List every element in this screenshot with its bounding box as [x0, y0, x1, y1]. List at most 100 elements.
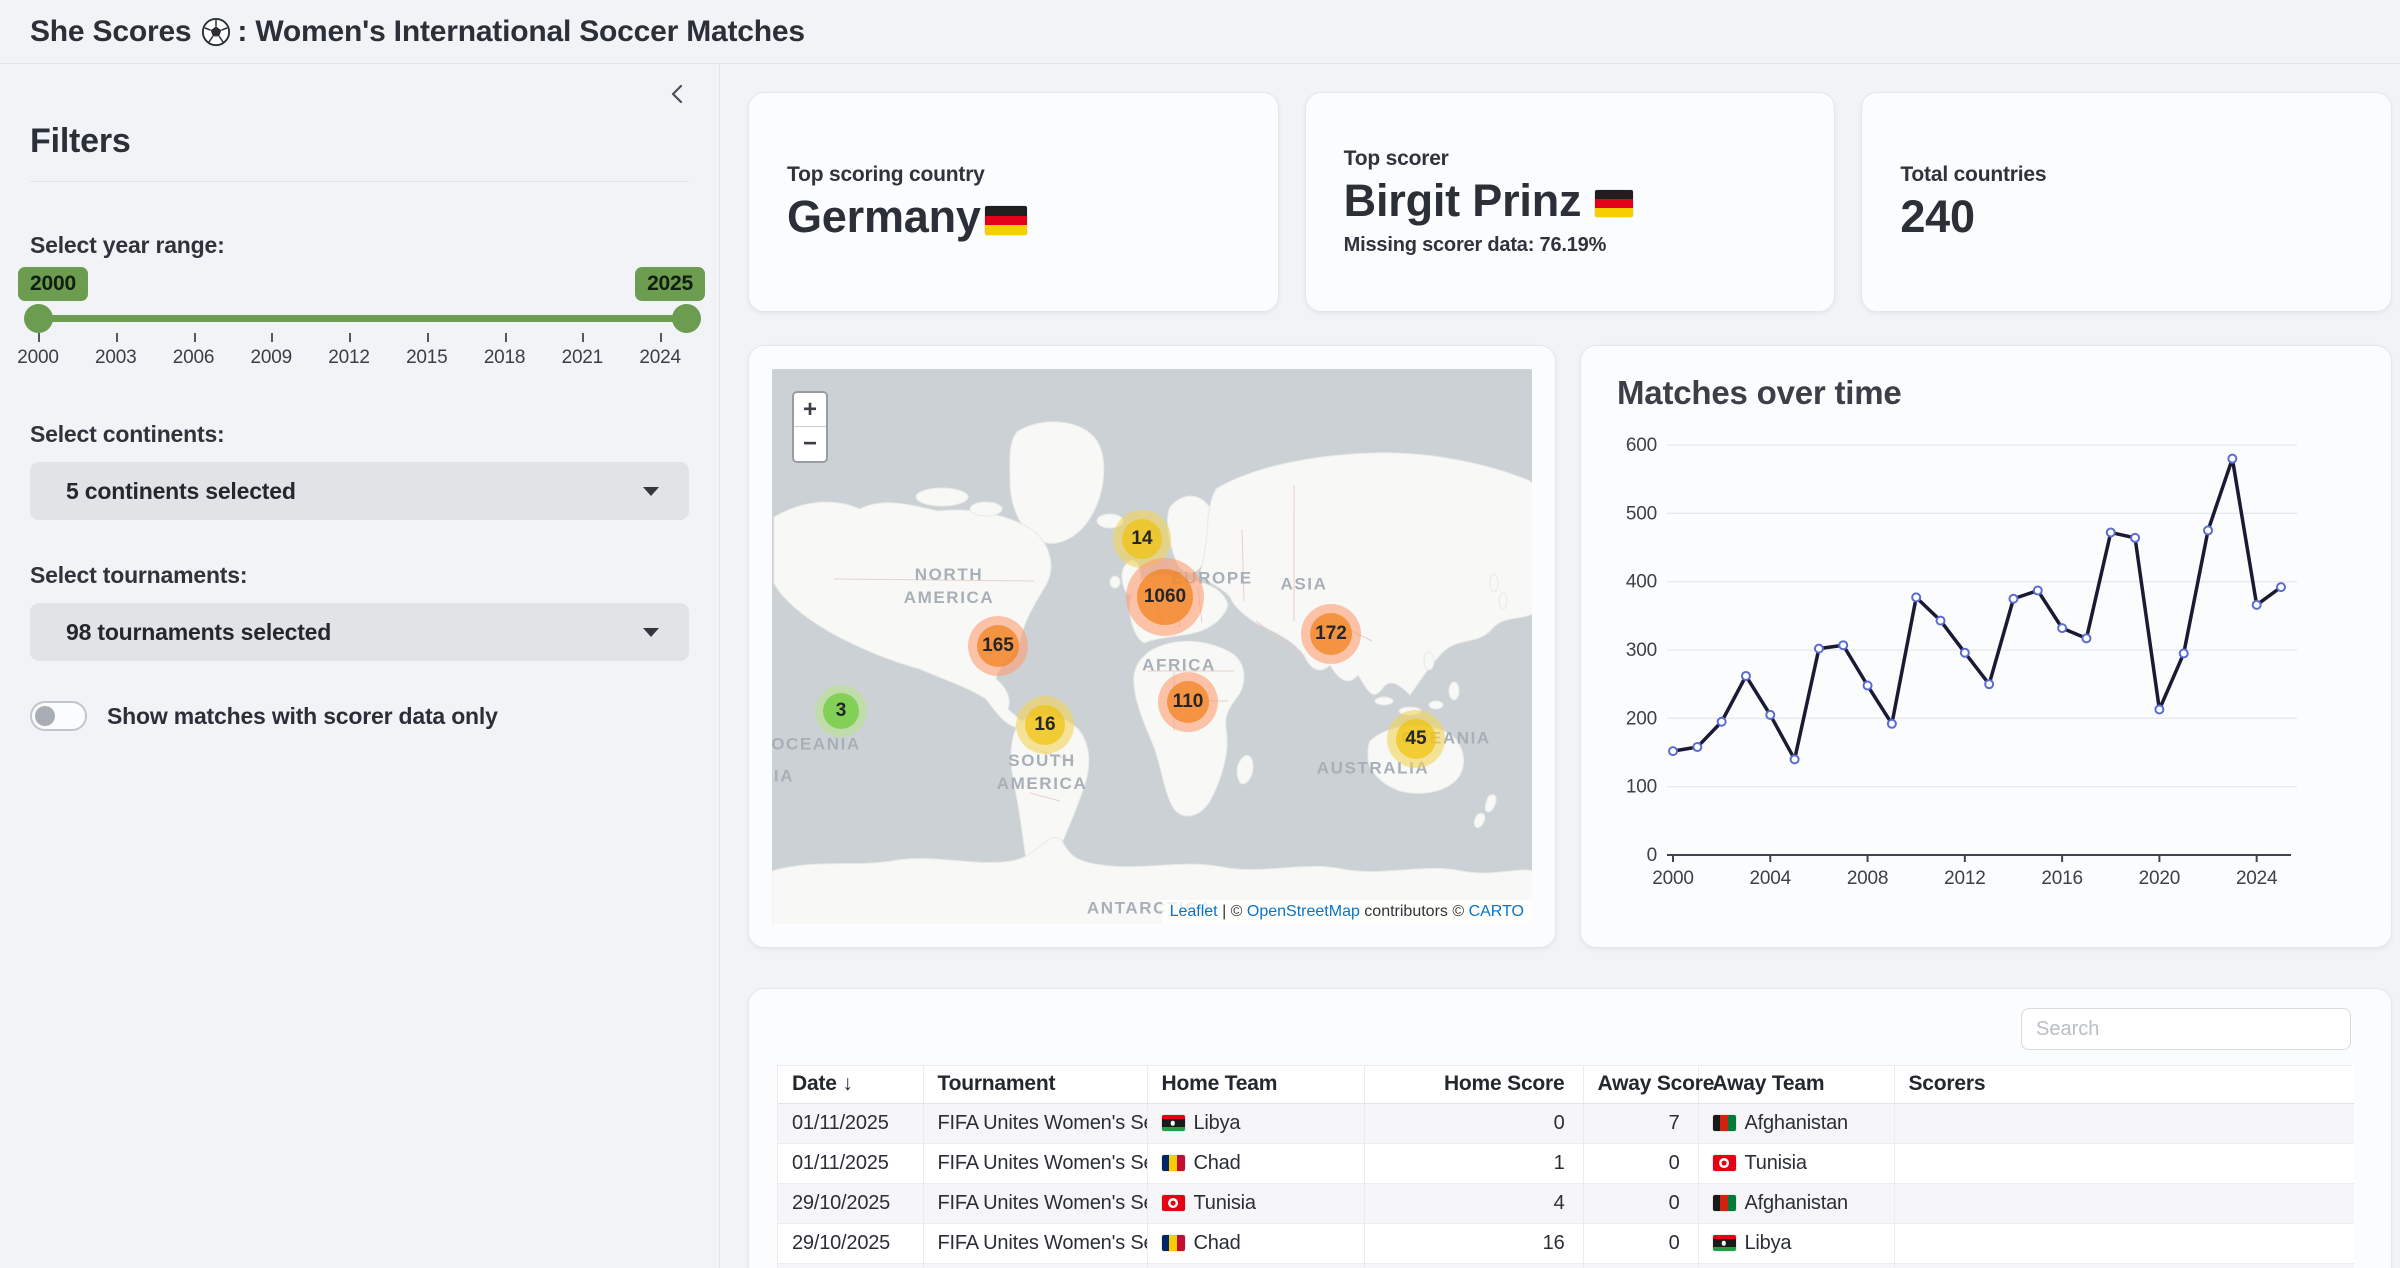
cell-tournament: FIFA Unites Women's Series	[923, 1183, 1147, 1223]
metric-label: Top scorer	[1344, 147, 1835, 171]
svg-text:2004: 2004	[1750, 868, 1792, 889]
slider-tick	[505, 333, 507, 342]
map-cluster-marker[interactable]: 110	[1158, 672, 1218, 732]
svg-text:600: 600	[1626, 435, 1657, 456]
world-map[interactable]: + − NORTH AMERICAEUROPEASIAAFRICASOUTH A…	[772, 369, 1532, 924]
chevron-down-icon	[643, 628, 659, 637]
year-range-min-chip: 2000	[18, 267, 88, 301]
slider-tick	[427, 333, 429, 342]
cell-home_team: Tunisia	[1147, 1183, 1364, 1223]
map-cluster-count: 3	[823, 693, 859, 729]
map-cluster-marker[interactable]: 165	[968, 616, 1028, 676]
sidebar-filters: Filters Select year range: 2000 2025 200…	[0, 64, 720, 1268]
chevron-down-icon	[643, 487, 659, 496]
cell-tournament: FIFA Unites Women's Series	[923, 1223, 1147, 1263]
cell-home_score: 4	[1364, 1183, 1583, 1223]
sidebar-collapse-button[interactable]	[663, 80, 693, 110]
metric-value-text: Germany	[787, 193, 981, 240]
column-header[interactable]: Date ↓	[778, 1066, 923, 1103]
matches-table: Date ↓TournamentHome TeamHome ScoreAway …	[778, 1066, 2354, 1268]
germany-flag-icon	[1595, 177, 1633, 224]
cell-tournament: FIFA Unites Women's Series	[923, 1103, 1147, 1143]
year-range-label: Select year range:	[30, 232, 689, 259]
slider-track[interactable]	[38, 315, 686, 322]
map-zoom-control: + −	[792, 391, 828, 463]
app-window: She Scores : Women's International Socce…	[0, 0, 2400, 1268]
column-header[interactable]: Away Team	[1698, 1066, 1894, 1103]
table-row: 01/11/2025FIFA Unites Women's SeriesLiby…	[778, 1103, 2354, 1143]
metric-card-top-scorer: Top scorer Birgit Prinz Missing scorer d…	[1305, 92, 1836, 312]
cell-away_team: Afghanistan	[1698, 1103, 1894, 1143]
carto-link[interactable]: CARTO	[1469, 903, 1524, 920]
filters-divider	[30, 181, 689, 182]
svg-text:2008: 2008	[1847, 868, 1888, 889]
slider-tick-label: 2003	[95, 347, 136, 369]
search-input[interactable]	[2021, 1008, 2351, 1050]
map-cluster-marker[interactable]: 45	[1387, 710, 1445, 768]
map-cluster-count: 16	[1025, 705, 1065, 745]
slider-tick	[349, 333, 351, 342]
tournaments-label: Select tournaments:	[30, 562, 689, 589]
slider-tick	[271, 333, 273, 342]
map-cluster-count: 1060	[1137, 569, 1193, 625]
map-cluster-marker[interactable]: 1060	[1126, 558, 1204, 636]
svg-text:2024: 2024	[2236, 868, 2278, 889]
map-cluster-count: 14	[1122, 519, 1162, 559]
openstreetmap-link[interactable]: OpenStreetMap	[1247, 903, 1360, 920]
table-row: 29/10/2025FIFA Unites Women's SeriesTuni…	[778, 1183, 2354, 1223]
app-title: She Scores	[30, 15, 191, 49]
slider-handle-max[interactable]	[672, 304, 701, 333]
cell-scorers	[1894, 1183, 2354, 1223]
cell-tournament: FIFA Unites Women's Series	[923, 1143, 1147, 1183]
column-header[interactable]: Away Score	[1583, 1066, 1698, 1103]
scorer-data-toggle[interactable]	[30, 701, 87, 731]
continents-select[interactable]: 5 continents selected	[30, 462, 689, 520]
slider-tick-label: 2009	[251, 347, 292, 369]
metric-cards-row: Top scoring country Germany Top scorer B…	[748, 92, 2392, 312]
slider-tick	[194, 333, 196, 342]
chart-title: Matches over time	[1617, 374, 1902, 412]
slider-tick-label: 2018	[484, 347, 525, 369]
metric-label: Top scoring country	[787, 163, 1278, 187]
column-header[interactable]: Home Team	[1147, 1066, 1364, 1103]
map-cluster-marker[interactable]: 3	[815, 685, 867, 737]
cell-away_score: 0	[1583, 1183, 1698, 1223]
svg-text:2012: 2012	[1944, 868, 1985, 889]
scorer-toggle-label: Show matches with scorer data only	[107, 703, 498, 730]
continents-label: Select continents:	[30, 421, 689, 448]
cell-away_score: 0	[1583, 1223, 1698, 1263]
chad-flag-icon	[1162, 1235, 1185, 1251]
soccer-ball-icon	[201, 17, 231, 47]
map-continent-label: ASIA	[1280, 574, 1327, 597]
metric-value-text: Birgit Prinz	[1344, 177, 1582, 224]
metric-delta: Missing scorer data: 76.19%	[1344, 234, 1835, 257]
column-header[interactable]: Scorers	[1894, 1066, 2354, 1103]
tournaments-select[interactable]: 98 tournaments selected	[30, 603, 689, 661]
slider-tick-label: 2021	[562, 347, 603, 369]
map-cluster-marker[interactable]: 16	[1016, 696, 1074, 754]
attribution-text: contributors ©	[1360, 903, 1469, 920]
map-zoom-out-button[interactable]: −	[794, 427, 826, 461]
tournaments-select-value: 98 tournaments selected	[66, 619, 643, 646]
matches-over-time-card: Matches over time 0100200300400500600200…	[1580, 345, 2392, 948]
slider-tick	[38, 333, 40, 342]
germany-flag-icon	[1595, 190, 1633, 217]
cell-away_score: 0	[1583, 1143, 1698, 1183]
cell-home_score: 1	[1364, 1143, 1583, 1183]
cell-date: 29/10/2025	[778, 1183, 923, 1223]
map-card: + − NORTH AMERICAEUROPEASIAAFRICASOUTH A…	[748, 345, 1556, 948]
chad-flag-icon	[1162, 1155, 1185, 1171]
slider-handle-min[interactable]	[24, 304, 53, 333]
cell-scorers	[1894, 1223, 2354, 1263]
slider-tick	[660, 333, 662, 342]
metric-value: 240	[1900, 193, 2391, 240]
map-zoom-in-button[interactable]: +	[794, 393, 826, 427]
germany-flag-icon	[985, 193, 1027, 240]
column-header[interactable]: Home Score	[1364, 1066, 1583, 1103]
map-cluster-marker[interactable]: 172	[1301, 604, 1361, 664]
afghanistan-flag-icon	[1713, 1115, 1736, 1131]
svg-text:300: 300	[1626, 640, 1657, 661]
leaflet-link[interactable]: Leaflet	[1170, 903, 1218, 920]
table-row: 29/10/2025FIFA Unites Women's SeriesChad…	[778, 1223, 2354, 1263]
column-header[interactable]: Tournament	[923, 1066, 1147, 1103]
